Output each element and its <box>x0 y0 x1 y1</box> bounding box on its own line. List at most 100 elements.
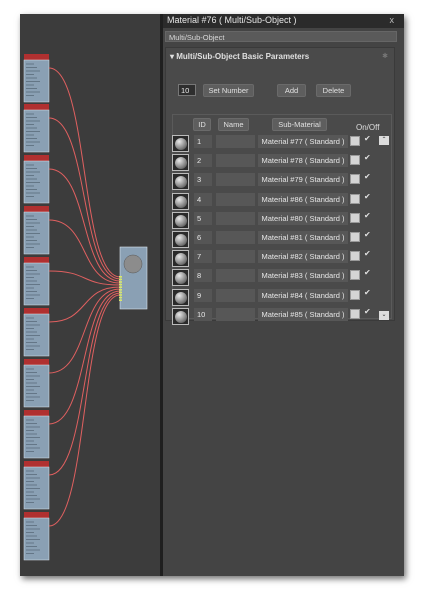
sphere-preview-icon <box>175 176 187 189</box>
material-preview-swatch[interactable] <box>172 269 189 287</box>
row-name-field[interactable] <box>216 231 255 244</box>
row-name-field[interactable] <box>216 307 255 321</box>
sub-material-button[interactable]: Material #85 ( Standard ) <box>258 307 348 321</box>
row-id[interactable]: 3 <box>194 173 212 187</box>
scroll-up-icon[interactable]: ⌃ <box>379 136 389 145</box>
node-wire <box>48 286 121 323</box>
row-id[interactable]: 2 <box>194 154 212 168</box>
row-id[interactable]: 7 <box>194 250 212 264</box>
rollout-title[interactable]: ▾ Multi/Sub-Object Basic Parameters <box>170 52 309 61</box>
sort-sub-material-button[interactable]: Sub-Material <box>272 118 327 131</box>
color-checkbox[interactable] <box>350 136 360 146</box>
on-off-checkbox[interactable]: ✔ <box>364 172 371 181</box>
rollout-pin-icon[interactable]: ✱ <box>382 52 388 60</box>
material-preview-swatch[interactable] <box>172 192 189 210</box>
material-node[interactable] <box>23 410 50 459</box>
material-type-field[interactable]: Multi/Sub-Object <box>165 31 397 42</box>
row-name-field[interactable] <box>216 154 255 168</box>
material-preview-swatch[interactable] <box>172 250 189 268</box>
sphere-preview-icon <box>175 195 187 208</box>
material-count-input[interactable]: 10 <box>178 84 196 96</box>
row-id[interactable]: 10 <box>194 307 212 321</box>
table-scrollbar[interactable]: ⌃ ⌄ <box>379 136 389 320</box>
panel-title: Material #76 ( Multi/Sub-Object ) <box>167 15 297 25</box>
scroll-down-icon[interactable]: ⌄ <box>379 311 389 320</box>
on-off-checkbox[interactable]: ✔ <box>364 153 371 162</box>
material-preview-swatch[interactable] <box>172 288 189 306</box>
row-id[interactable]: 8 <box>194 269 212 283</box>
set-number-button[interactable]: Set Number <box>203 84 254 97</box>
basic-parameters-rollout: ▾ Multi/Sub-Object Basic Parameters ✱ 10… <box>165 47 395 325</box>
row-name-field[interactable] <box>216 192 255 206</box>
on-off-checkbox[interactable]: ✔ <box>364 268 371 277</box>
material-node[interactable] <box>23 461 50 510</box>
close-icon[interactable]: x <box>390 15 395 25</box>
multi-sub-object-node[interactable] <box>119 246 148 310</box>
sub-material-button[interactable]: Material #78 ( Standard ) <box>258 154 348 168</box>
on-off-checkbox[interactable]: ✔ <box>364 134 371 143</box>
panel-title-bar: Material #76 ( Multi/Sub-Object ) x <box>163 14 404 28</box>
add-button[interactable]: Add <box>277 84 306 97</box>
material-node[interactable] <box>23 104 50 153</box>
sub-material-button[interactable]: Material #83 ( Standard ) <box>258 269 348 283</box>
node-wire <box>48 117 121 280</box>
node-wire <box>48 168 121 282</box>
color-checkbox[interactable] <box>350 193 360 204</box>
color-checkbox[interactable] <box>350 232 360 242</box>
material-node[interactable] <box>23 512 50 561</box>
on-off-checkbox[interactable]: ✔ <box>364 288 371 297</box>
node-graph-canvas[interactable] <box>20 14 160 576</box>
color-checkbox[interactable] <box>350 212 360 223</box>
sub-material-button[interactable]: Material #86 ( Standard ) <box>258 192 348 206</box>
row-name-field[interactable] <box>216 288 255 302</box>
row-id[interactable]: 9 <box>194 288 212 302</box>
color-checkbox[interactable] <box>350 270 360 281</box>
row-id[interactable]: 5 <box>194 211 212 225</box>
delete-button[interactable]: Delete <box>316 84 351 97</box>
node-graph-view[interactable] <box>20 14 160 576</box>
sub-material-button[interactable]: Material #84 ( Standard ) <box>258 288 348 302</box>
material-node[interactable] <box>23 54 50 103</box>
on-off-checkbox[interactable]: ✔ <box>364 249 371 258</box>
material-node[interactable] <box>23 308 50 357</box>
row-name-field[interactable] <box>216 250 255 264</box>
row-id[interactable]: 4 <box>194 192 212 206</box>
material-preview-swatch[interactable] <box>172 231 189 248</box>
material-preview-swatch[interactable] <box>172 173 189 191</box>
row-name-field[interactable] <box>216 269 255 283</box>
sort-id-button[interactable]: ID <box>193 118 211 131</box>
sub-material-button[interactable]: Material #80 ( Standard ) <box>258 211 348 225</box>
material-preview-swatch[interactable] <box>172 211 189 229</box>
color-checkbox[interactable] <box>350 155 360 166</box>
on-off-checkbox[interactable]: ✔ <box>364 230 371 239</box>
sub-material-button[interactable]: Material #79 ( Standard ) <box>258 173 348 187</box>
color-checkbox[interactable] <box>350 308 360 319</box>
sub-material-button[interactable]: Material #77 ( Standard ) <box>258 135 348 148</box>
row-name-field[interactable] <box>216 211 255 225</box>
sub-material-button[interactable]: Material #81 ( Standard ) <box>258 231 348 244</box>
parameter-panel: Material #76 ( Multi/Sub-Object ) x Mult… <box>163 14 404 576</box>
row-id[interactable]: 1 <box>194 135 212 148</box>
material-preview-swatch[interactable] <box>172 135 189 152</box>
material-preview-swatch[interactable] <box>172 307 189 325</box>
color-checkbox[interactable] <box>350 251 360 262</box>
sub-material-button[interactable]: Material #82 ( Standard ) <box>258 250 348 264</box>
row-name-field[interactable] <box>216 173 255 187</box>
sphere-preview-icon <box>175 214 187 227</box>
material-node[interactable] <box>23 206 50 255</box>
material-preview-swatch[interactable] <box>172 154 189 172</box>
on-off-checkbox[interactable]: ✔ <box>364 307 371 316</box>
on-off-checkbox[interactable]: ✔ <box>364 211 371 220</box>
color-checkbox[interactable] <box>350 174 360 185</box>
sub-material-row: 9 Material #84 ( Standard ) ✔ <box>172 288 392 306</box>
row-id[interactable]: 6 <box>194 231 212 244</box>
material-node[interactable] <box>23 155 50 204</box>
sort-name-button[interactable]: Name <box>218 118 249 131</box>
node-wire <box>48 290 121 425</box>
color-checkbox[interactable] <box>350 289 360 300</box>
row-name-field[interactable] <box>216 135 255 148</box>
material-node[interactable] <box>23 359 50 408</box>
material-node[interactable] <box>23 257 50 306</box>
node-wire <box>48 219 121 284</box>
on-off-checkbox[interactable]: ✔ <box>364 192 371 201</box>
